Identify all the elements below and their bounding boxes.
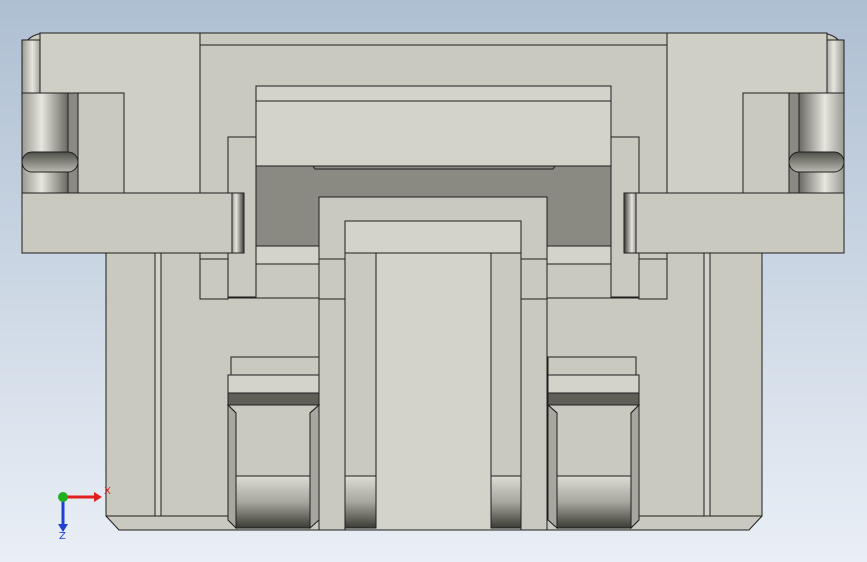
left-outer-column xyxy=(105,252,161,517)
right-inner-pillar-foot xyxy=(490,475,522,529)
right-arm-tip xyxy=(623,192,637,254)
right-lower-step xyxy=(638,258,668,300)
left-slot-inner xyxy=(67,92,79,195)
cad-graphics-viewport[interactable]: X Z xyxy=(0,0,867,562)
left-inner-pillar-foot xyxy=(344,475,377,529)
left-arm-tip xyxy=(231,192,245,254)
left-column-line xyxy=(154,252,162,517)
left-lower-round xyxy=(21,151,79,173)
right-lower-round xyxy=(788,151,845,173)
right-arm xyxy=(623,192,845,254)
triad-z-label: Z xyxy=(59,531,66,542)
part-model[interactable] xyxy=(21,32,845,531)
right-clip xyxy=(546,356,641,530)
right-slot-inner xyxy=(788,92,800,195)
left-inner-step xyxy=(318,258,346,300)
triad-x-label: X xyxy=(104,486,111,497)
left-lower-step xyxy=(199,258,229,300)
left-clip xyxy=(226,356,321,530)
left-arm xyxy=(21,192,245,254)
triad-y-axis-dot xyxy=(58,492,68,502)
model-view[interactable] xyxy=(0,0,867,562)
right-inner-step xyxy=(520,258,548,300)
right-column-line xyxy=(703,252,711,517)
right-outer-column xyxy=(706,252,763,517)
